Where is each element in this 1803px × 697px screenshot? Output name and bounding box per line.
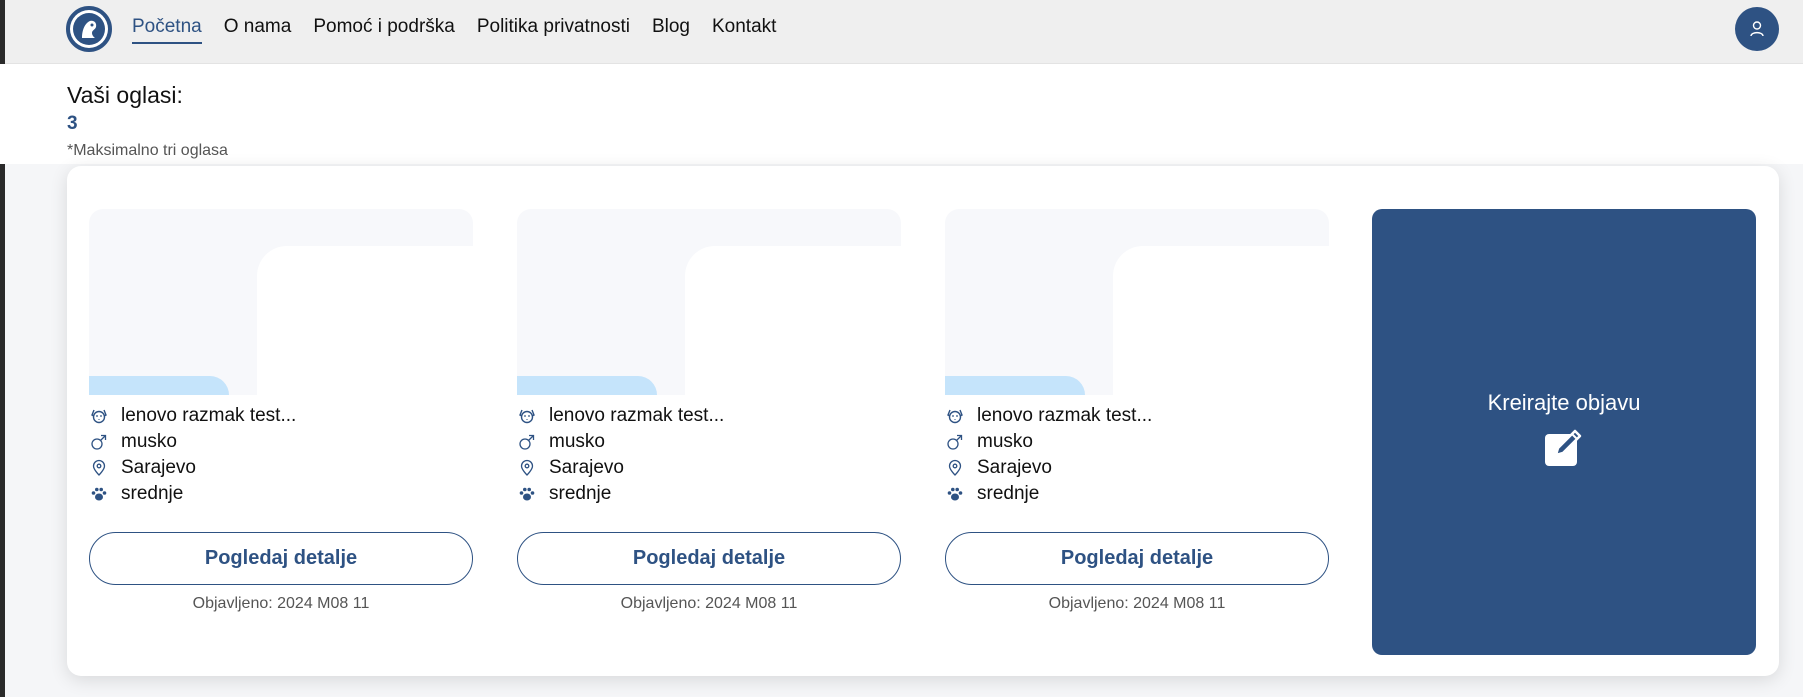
ad-gender-row: musko: [89, 429, 473, 455]
ad-location-row: Sarajevo: [89, 455, 473, 481]
edit-icon: [1542, 425, 1586, 469]
ad-location-row: Sarajevo: [517, 455, 901, 481]
male-icon: [89, 432, 109, 452]
ad-gender: musko: [977, 431, 1033, 452]
published-date: Objavljeno: 2024 M08 11: [192, 595, 370, 612]
page-header-area: [0, 64, 1803, 164]
logo-icon[interactable]: [66, 6, 112, 52]
ad-location: Sarajevo: [549, 457, 624, 478]
paw-icon: [945, 484, 965, 504]
page-title: Vaši oglasi:: [67, 82, 183, 108]
ad-size-row: srednje: [89, 481, 473, 507]
male-icon: [945, 432, 965, 452]
ad-size: srednje: [549, 483, 612, 504]
create-ad-button[interactable]: Kreirajte objavu: [1372, 209, 1756, 655]
ad-location: Sarajevo: [121, 457, 196, 478]
ad-location: Sarajevo: [977, 457, 1052, 478]
ad-size: srednje: [977, 483, 1040, 504]
location-pin-icon: [89, 458, 109, 478]
user-menu-button[interactable]: [1735, 7, 1779, 51]
view-details-button[interactable]: Pogledaj detalje: [517, 532, 901, 585]
nav-link-politika[interactable]: Politika privatnosti: [477, 15, 630, 44]
ad-image-placeholder: [89, 209, 473, 395]
ad-size-row: srednje: [517, 481, 901, 507]
ad-card: lenovo razmak test... musko Sarajevo sre…: [89, 209, 473, 613]
dog-face-icon: [517, 406, 537, 426]
view-details-button[interactable]: Pogledaj detalje: [945, 532, 1329, 585]
ad-image-placeholder: [945, 209, 1329, 395]
dog-face-icon: [89, 406, 109, 426]
ad-card: lenovo razmak test... musko Sarajevo sre…: [945, 209, 1329, 613]
paw-icon: [89, 484, 109, 504]
ad-name-row: lenovo razmak test...: [517, 403, 901, 429]
location-pin-icon: [517, 458, 537, 478]
nav-link-o-nama[interactable]: O nama: [224, 15, 292, 44]
nav-links: Početna O nama Pomoć i podrška Politika …: [132, 15, 798, 44]
paw-icon: [517, 484, 537, 504]
ad-gender-row: musko: [517, 429, 901, 455]
ad-size: srednje: [121, 483, 184, 504]
create-ad-label: Kreirajte objavu: [1487, 390, 1641, 415]
ad-count: 3: [67, 113, 78, 134]
ad-name: lenovo razmak test...: [977, 405, 1153, 426]
ad-card: lenovo razmak test... musko Sarajevo sre…: [517, 209, 901, 613]
ad-gender-row: musko: [945, 429, 1329, 455]
male-icon: [517, 432, 537, 452]
ad-location-row: Sarajevo: [945, 455, 1329, 481]
user-icon: [1750, 21, 1764, 37]
ad-name: lenovo razmak test...: [549, 405, 725, 426]
location-pin-icon: [945, 458, 965, 478]
navbar: Početna O nama Pomoć i podrška Politika …: [5, 0, 1803, 64]
ad-limit-note: *Maksimalno tri oglasa: [67, 142, 228, 159]
ad-image-placeholder: [517, 209, 901, 395]
ad-name-row: lenovo razmak test...: [945, 403, 1329, 429]
published-date: Objavljeno: 2024 M08 11: [1048, 595, 1226, 612]
ad-gender: musko: [121, 431, 177, 452]
nav-link-blog[interactable]: Blog: [652, 15, 690, 44]
dog-face-icon: [945, 406, 965, 426]
view-details-button[interactable]: Pogledaj detalje: [89, 532, 473, 585]
nav-link-kontakt[interactable]: Kontakt: [712, 15, 776, 44]
nav-link-pomoc[interactable]: Pomoć i podrška: [313, 15, 455, 44]
ad-name: lenovo razmak test...: [121, 405, 297, 426]
published-date: Objavljeno: 2024 M08 11: [620, 595, 798, 612]
ad-size-row: srednje: [945, 481, 1329, 507]
ad-gender: musko: [549, 431, 605, 452]
ads-panel: lenovo razmak test... musko Sarajevo sre…: [67, 166, 1779, 676]
ad-name-row: lenovo razmak test...: [89, 403, 473, 429]
nav-link-pocetna[interactable]: Početna: [132, 15, 202, 44]
